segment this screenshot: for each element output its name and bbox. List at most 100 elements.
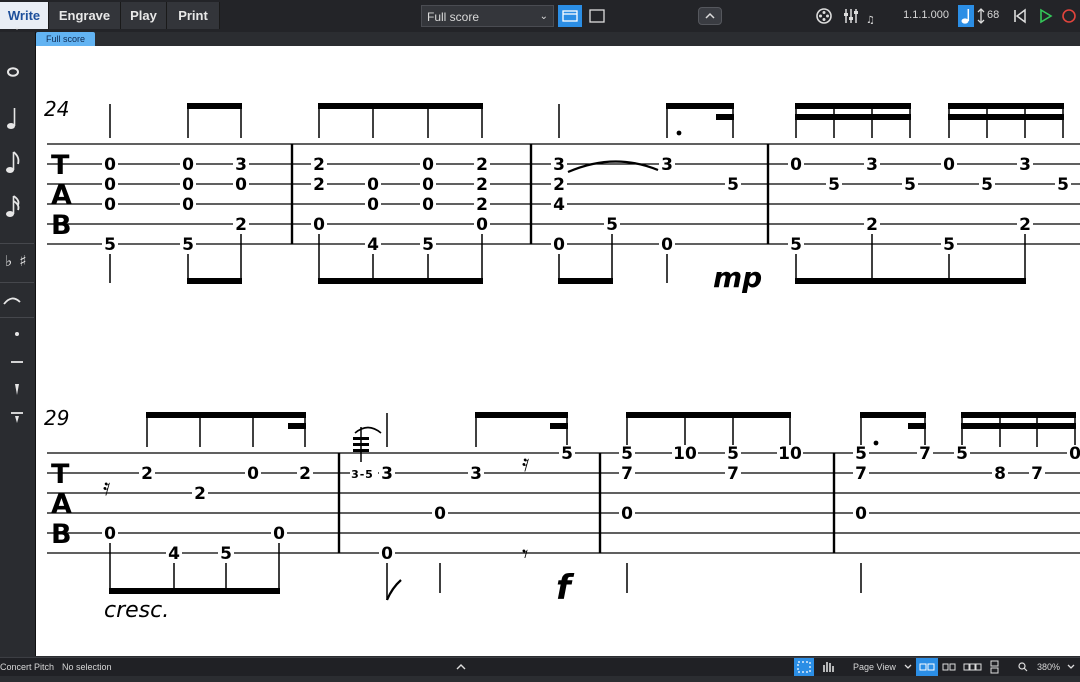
tab-fret[interactable]: 0 xyxy=(1069,444,1080,464)
tab-fret[interactable]: 5 xyxy=(422,235,434,255)
selection-tool-icon[interactable] xyxy=(794,658,814,676)
dynamic-marking[interactable]: f xyxy=(556,568,575,608)
tab-fret[interactable]: 5 xyxy=(182,235,194,255)
tab-fret[interactable]: 2 xyxy=(1019,215,1031,235)
engrave-mode-tab[interactable]: Engrave xyxy=(49,2,121,29)
tab-fret[interactable]: 7 xyxy=(855,464,867,484)
expression-text[interactable]: cresc. xyxy=(104,598,169,623)
zoom-icon[interactable] xyxy=(1016,658,1030,676)
tab-fret[interactable]: 3 xyxy=(381,464,393,484)
tab-fret[interactable]: 5 xyxy=(855,444,867,464)
play-icon[interactable] xyxy=(1035,5,1055,27)
sixteenth-note-icon[interactable] xyxy=(0,192,34,224)
tab-fret[interactable]: 3 xyxy=(661,155,673,175)
video-reel-icon[interactable] xyxy=(813,5,835,27)
tab-fret[interactable]: 2 xyxy=(313,155,325,175)
tab-fret[interactable]: 0 xyxy=(182,175,194,195)
tab-fret[interactable]: 0 xyxy=(235,175,247,195)
tab-fret[interactable]: 3 xyxy=(866,155,878,175)
tab-fret[interactable]: 5 xyxy=(727,444,739,464)
tab-fret[interactable]: 5 xyxy=(790,235,802,255)
horizontal-pages-icon[interactable] xyxy=(962,658,984,676)
tab-fret[interactable]: 3 xyxy=(470,464,482,484)
tab-fret[interactable]: 5 xyxy=(981,175,993,195)
page-view-icon[interactable] xyxy=(585,5,609,27)
tab-fret[interactable]: 7 xyxy=(727,464,739,484)
layout-selector[interactable]: Full score ⌄ xyxy=(421,5,554,27)
tab-fret[interactable]: 5 xyxy=(621,444,633,464)
view-mode-select[interactable]: Page View xyxy=(853,658,896,676)
tab-fret[interactable]: 4 xyxy=(168,544,180,564)
tab-fret[interactable]: 2 xyxy=(235,215,247,235)
tab-fret[interactable]: 7 xyxy=(919,444,931,464)
tab-fret[interactable]: 0 xyxy=(104,175,116,195)
rewind-icon[interactable] xyxy=(1010,5,1030,27)
single-page-icon[interactable] xyxy=(940,658,960,676)
staccatissimo-icon[interactable] xyxy=(0,380,34,404)
tab-fret[interactable]: 0 xyxy=(273,524,285,544)
tab-fret[interactable]: 0 xyxy=(313,215,325,235)
tab-fret[interactable]: 0 xyxy=(855,504,867,524)
tab-fret[interactable]: 0 xyxy=(104,524,116,544)
vertical-pages-icon[interactable] xyxy=(988,658,1002,676)
tab-fret[interactable]: 4 xyxy=(367,235,379,255)
tab-fret[interactable]: 3 xyxy=(1019,155,1031,175)
tab-fret[interactable]: 8 xyxy=(994,464,1006,484)
chevron-up-icon[interactable] xyxy=(698,7,722,25)
write-mode-tab[interactable]: Write xyxy=(0,2,49,29)
chevron-down-icon[interactable] xyxy=(1066,658,1076,676)
dynamic-marking[interactable]: mp xyxy=(713,261,762,294)
eighth-note-icon[interactable] xyxy=(0,148,34,180)
tab-fret[interactable]: 0 xyxy=(621,504,633,524)
tab-fret[interactable]: 5 xyxy=(220,544,232,564)
tab-fret[interactable]: 5 xyxy=(104,235,116,255)
tab-fret[interactable]: 0 xyxy=(182,195,194,215)
tab-fret[interactable]: 0 xyxy=(104,195,116,215)
tab-fret[interactable]: 5 xyxy=(904,175,916,195)
tab-fret[interactable]: 0 xyxy=(476,215,488,235)
tab-fret[interactable]: 2 xyxy=(476,155,488,175)
tab-fret[interactable]: 2 xyxy=(313,175,325,195)
tab-fret[interactable]: 7 xyxy=(1031,464,1043,484)
tab-fret[interactable]: 0 xyxy=(790,155,802,175)
chevron-down-icon[interactable] xyxy=(903,658,913,676)
tab-fret[interactable]: 0 xyxy=(553,235,565,255)
tab-fret[interactable]: 2 xyxy=(553,175,565,195)
concert-pitch-toggle[interactable]: Concert Pitch xyxy=(0,658,54,676)
zoom-level[interactable]: 380% xyxy=(1037,658,1060,676)
grace-fret[interactable]: 5 xyxy=(365,468,373,481)
whole-note-icon[interactable] xyxy=(0,62,34,86)
tab-fret[interactable]: 0 xyxy=(434,504,446,524)
tenuto-icon[interactable] xyxy=(0,352,34,376)
tab-fret[interactable]: 5 xyxy=(727,175,739,195)
tab-fret[interactable]: 5 xyxy=(828,175,840,195)
chevron-up-icon[interactable] xyxy=(455,658,467,676)
tab-fret[interactable]: 0 xyxy=(367,175,379,195)
tab-fret[interactable]: 0 xyxy=(104,155,116,175)
tab-fret[interactable]: 2 xyxy=(194,484,206,504)
tab-fret[interactable]: 10 xyxy=(778,444,802,464)
tab-fret[interactable]: 5 xyxy=(606,215,618,235)
tab-fret[interactable]: 0 xyxy=(367,195,379,215)
play-mode-tab[interactable]: Play xyxy=(121,2,167,29)
tab-fret[interactable]: 4 xyxy=(553,195,565,215)
tab-fret[interactable]: 5 xyxy=(943,235,955,255)
tab-fret[interactable]: 0 xyxy=(422,195,434,215)
tempo-note-icon[interactable] xyxy=(958,5,974,27)
hand-tool-icon[interactable] xyxy=(819,658,837,676)
tab-fret[interactable]: 0 xyxy=(247,464,259,484)
tab-fret[interactable]: 7 xyxy=(621,464,633,484)
tab-fret[interactable]: 5 xyxy=(1057,175,1069,195)
sharp-icon[interactable]: ♯ xyxy=(14,252,32,270)
tab-fret[interactable]: 2 xyxy=(476,175,488,195)
staccato-icon[interactable] xyxy=(0,324,34,348)
print-mode-tab[interactable]: Print xyxy=(167,2,220,29)
tab-fret[interactable]: 0 xyxy=(381,544,393,564)
tab-fret[interactable]: 3 xyxy=(235,155,247,175)
tab-fret[interactable]: 5 xyxy=(561,444,573,464)
spread-view-icon[interactable] xyxy=(916,658,938,676)
tab-fret[interactable]: 0 xyxy=(422,175,434,195)
tab-fret[interactable]: 10 xyxy=(673,444,697,464)
tab-fret[interactable]: 3 xyxy=(553,155,565,175)
tab-fret[interactable]: 2 xyxy=(866,215,878,235)
